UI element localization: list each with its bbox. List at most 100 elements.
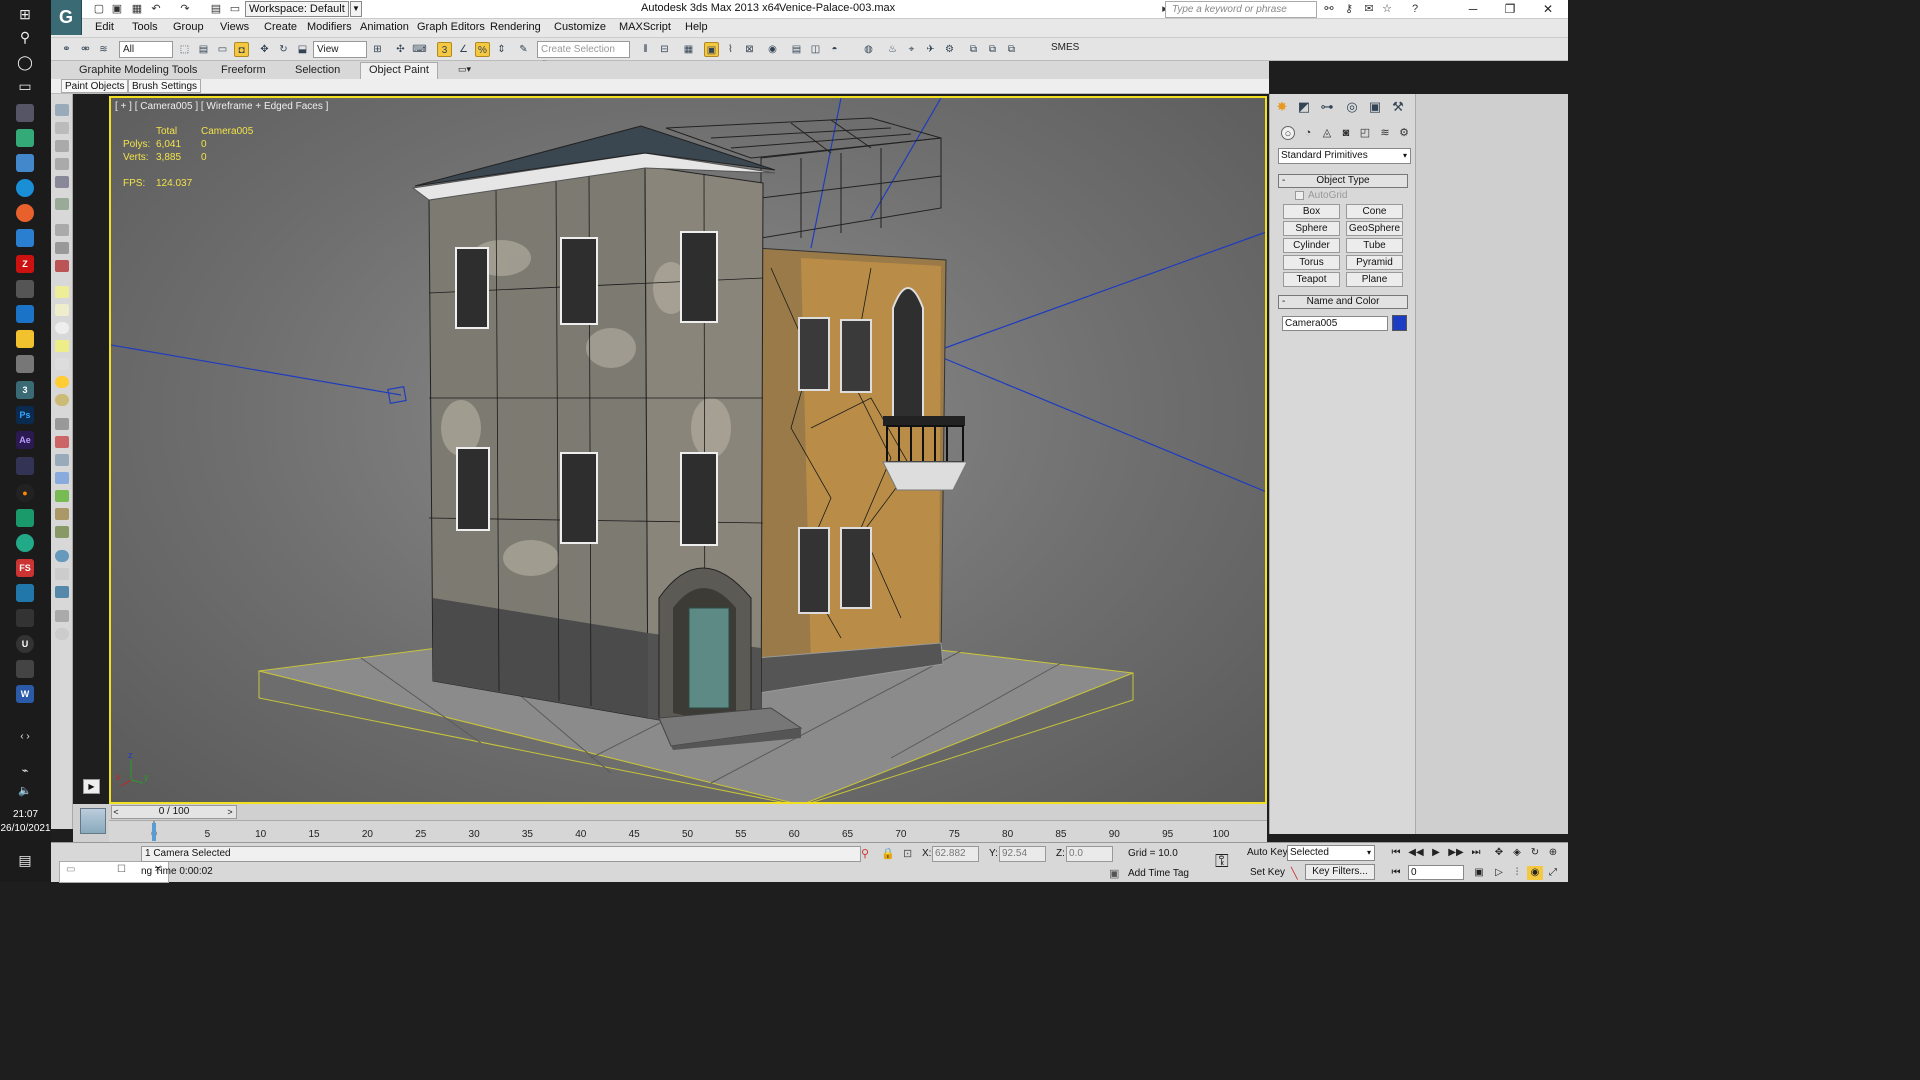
menu-modifiers[interactable]: Modifiers: [307, 21, 352, 33]
strip-icon-23[interactable]: [55, 550, 69, 562]
geosphere-button[interactable]: GeoSphere: [1346, 221, 1403, 236]
menu-group[interactable]: Group: [173, 21, 204, 33]
app-icon-5[interactable]: [16, 355, 34, 373]
geometry-icon[interactable]: ○: [1281, 126, 1295, 140]
camera-viewport[interactable]: z x y [ + ] [ Camera005 ] [ Wireframe + …: [109, 96, 1267, 804]
strip-icon-25[interactable]: [55, 586, 69, 598]
object-color-swatch[interactable]: [1392, 315, 1407, 331]
rendered-frame-icon[interactable]: ◫: [808, 42, 823, 57]
object-type-rollout[interactable]: - Object Type: [1278, 174, 1408, 188]
explorer-icon[interactable]: [16, 330, 34, 348]
app-icon-9[interactable]: [16, 534, 34, 552]
key-filter-icon[interactable]: ╲: [1291, 867, 1298, 880]
cylinder-button[interactable]: Cylinder: [1283, 238, 1340, 253]
filezilla-icon[interactable]: Z: [16, 255, 34, 273]
dolly-icon[interactable]: ⊕: [1545, 846, 1561, 860]
autogrid-checkbox[interactable]: [1295, 191, 1304, 200]
search-icon[interactable]: ⚲: [13, 27, 37, 47]
notifications-icon[interactable]: ▤: [13, 850, 37, 870]
binoculars-icon[interactable]: ⚯: [1321, 2, 1337, 16]
app-icon-11[interactable]: [16, 584, 34, 602]
app-icon-4[interactable]: [16, 229, 34, 247]
previous-frame-icon[interactable]: ◀◀: [1408, 846, 1424, 860]
rect-selection-icon[interactable]: ▭: [215, 42, 230, 57]
communication-icon[interactable]: ✉: [1361, 2, 1377, 16]
strip-icon-22[interactable]: [55, 526, 69, 538]
pivot-center-icon[interactable]: ⊞: [370, 42, 385, 57]
go-to-start-icon[interactable]: ⏮: [1388, 846, 1404, 860]
hierarchy-tab-icon[interactable]: ⊶: [1318, 98, 1336, 116]
spinner-snap-icon[interactable]: ⇕: [494, 42, 509, 57]
app-icon-10[interactable]: FS: [16, 559, 34, 577]
tab-object-paint[interactable]: Object Paint: [360, 62, 438, 79]
maximize-viewport-icon[interactable]: ⤢: [1545, 866, 1561, 880]
save-file-icon[interactable]: ▦: [129, 2, 145, 16]
menu-animation[interactable]: Animation: [360, 21, 409, 33]
app-logo-icon[interactable]: G: [51, 0, 82, 35]
angle-snap-icon[interactable]: ∠: [456, 42, 471, 57]
menu-views[interactable]: Views: [220, 21, 249, 33]
time-tag-icon[interactable]: ▣: [1109, 867, 1119, 880]
set-key-icon[interactable]: ⚿: [1215, 851, 1229, 872]
strip-icon-6[interactable]: [55, 198, 69, 210]
walk-through-icon[interactable]: ▷: [1491, 866, 1507, 880]
taskbar-scroll-icon[interactable]: ‹ ›: [13, 726, 37, 746]
paint-objects-button[interactable]: Paint Objects: [61, 79, 129, 93]
x-coord-input[interactable]: 62.882: [932, 846, 979, 862]
roll-icon[interactable]: ↻: [1527, 846, 1543, 860]
primitive-category-dropdown[interactable]: Standard Primitives ▾: [1278, 148, 1411, 164]
strip-icon-15[interactable]: [55, 394, 69, 406]
gear-icon[interactable]: ⚙: [942, 42, 957, 57]
strip-icon-16[interactable]: [55, 418, 69, 430]
app-icon-7[interactable]: ●: [16, 484, 34, 502]
scale-icon[interactable]: ⬓: [295, 42, 310, 57]
strip-icon-11[interactable]: [55, 304, 69, 316]
key-filters-button[interactable]: Key Filters...: [1305, 864, 1375, 880]
strip-icon-20[interactable]: [55, 490, 69, 502]
graphite-toggle-icon[interactable]: ▣: [704, 42, 719, 57]
curve-editor-icon[interactable]: ⌇: [723, 42, 738, 57]
percent-snap-icon[interactable]: %: [475, 42, 490, 57]
hold-icon[interactable]: ▤: [208, 2, 224, 16]
tray-icons[interactable]: ⌁: [13, 760, 37, 780]
selection-filter-dropdown[interactable]: All: [119, 41, 173, 58]
render-iterative-icon[interactable]: ◍: [861, 42, 876, 57]
store-icon[interactable]: [16, 280, 34, 298]
help-search-input[interactable]: Type a keyword or phrase: [1165, 1, 1317, 18]
menu-maxscript[interactable]: MAXScript: [619, 21, 671, 33]
strip-icon-12[interactable]: [55, 322, 69, 334]
spacewarps-icon[interactable]: ≋: [1378, 126, 1392, 140]
create-tab-icon[interactable]: ✸: [1273, 98, 1291, 116]
script-icon-2[interactable]: ⧉: [985, 42, 1000, 57]
strip-icon-2[interactable]: [55, 122, 69, 134]
new-file-icon[interactable]: ▢: [91, 2, 107, 16]
strip-icon-4[interactable]: [55, 158, 69, 170]
strip-icon-19[interactable]: [55, 472, 69, 484]
strip-icon-9[interactable]: [55, 260, 69, 272]
move-icon[interactable]: ✥: [257, 42, 272, 57]
strip-icon-7[interactable]: [55, 224, 69, 236]
current-frame-input[interactable]: 0: [1408, 865, 1464, 880]
mirror-icon[interactable]: ⫴: [638, 42, 653, 57]
shapes-icon[interactable]: ◔: [1301, 126, 1315, 140]
strip-icon-13[interactable]: [55, 340, 69, 352]
object-name-input[interactable]: Camera005: [1282, 316, 1388, 331]
strip-icon-14[interactable]: [55, 358, 69, 370]
bind-space-warp-icon[interactable]: ≋: [96, 42, 111, 57]
app-icon-1[interactable]: [16, 104, 34, 122]
key-mode-toggle-icon[interactable]: ⏮: [1388, 866, 1404, 880]
set-key-button[interactable]: Set Key: [1250, 867, 1285, 878]
material-editor-icon[interactable]: ◉: [765, 42, 780, 57]
app-icon-2[interactable]: [16, 129, 34, 147]
next-frame-icon[interactable]: ▶▶: [1448, 846, 1464, 860]
strip-icon-8[interactable]: [55, 242, 69, 254]
lock-icon[interactable]: 🔒: [881, 847, 895, 860]
3dsmax-taskbar-icon[interactable]: 3: [16, 381, 34, 399]
teapot-button[interactable]: Teapot: [1283, 272, 1340, 287]
keyboard-shortcut-icon[interactable]: ⌨: [412, 42, 427, 57]
go-to-end-icon[interactable]: ⏭: [1468, 846, 1484, 860]
schematic-view-icon[interactable]: ⊠: [742, 42, 757, 57]
select-by-name-icon[interactable]: ▤: [196, 42, 211, 57]
window-crossing-icon[interactable]: ◘: [234, 42, 249, 57]
helpers-icon[interactable]: ◰: [1358, 126, 1372, 140]
